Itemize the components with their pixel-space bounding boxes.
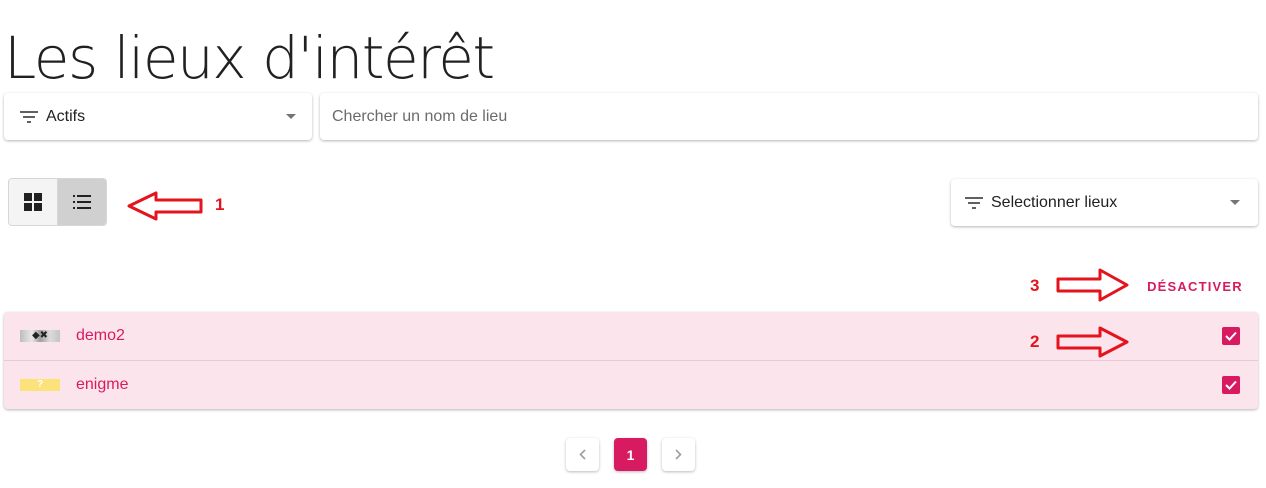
status-filter-value: Actifs — [46, 107, 86, 125]
place-name: demo2 — [76, 327, 125, 344]
select-places-label: Selectionner lieux — [991, 193, 1118, 211]
place-checkbox[interactable] — [1222, 376, 1240, 394]
annotation-arrow-right-icon — [1056, 268, 1129, 302]
check-icon — [1225, 380, 1237, 390]
select-places-dropdown[interactable]: Selectionner lieux — [951, 179, 1258, 226]
search-input[interactable] — [332, 107, 1258, 126]
annotation-number: 1 — [215, 195, 225, 214]
search-field[interactable] — [320, 93, 1258, 140]
chevron-left-icon — [579, 449, 586, 460]
thumbnail-glyph: ? — [36, 379, 44, 390]
annotation-number: 3 — [1030, 276, 1040, 295]
annotation-number: 2 — [1030, 332, 1040, 351]
place-thumbnail: ? — [20, 379, 60, 391]
filter-list-icon — [20, 110, 38, 123]
previous-page-button[interactable] — [566, 438, 599, 471]
deactivate-button[interactable]: DÉSACTIVER — [1140, 274, 1250, 298]
view-toggle — [8, 178, 107, 226]
page-title: Les lieux d'intérêt — [4, 24, 495, 92]
list-view-button[interactable] — [58, 179, 106, 225]
annotation-arrow-left-icon — [127, 191, 203, 221]
place-name: enigme — [76, 376, 129, 393]
list-view-icon — [73, 195, 91, 209]
annotation-arrow-right-icon — [1056, 326, 1129, 358]
pagination: 1 — [566, 438, 695, 471]
next-page-button[interactable] — [662, 438, 695, 471]
page-button-current[interactable]: 1 — [614, 438, 647, 471]
list-item[interactable]: ? enigme — [4, 360, 1258, 409]
filter-list-icon — [965, 196, 983, 209]
status-filter-select[interactable]: Actifs — [4, 93, 312, 140]
thumbnail-glyph: ◆✖ — [31, 330, 49, 341]
check-icon — [1225, 331, 1237, 341]
place-thumbnail: ◆✖ — [20, 330, 60, 342]
caret-down-icon — [1230, 200, 1240, 205]
grid-view-icon — [24, 193, 42, 211]
chevron-right-icon — [675, 449, 682, 460]
caret-down-icon — [286, 114, 296, 119]
place-checkbox[interactable] — [1222, 327, 1240, 345]
grid-view-button[interactable] — [9, 179, 58, 225]
